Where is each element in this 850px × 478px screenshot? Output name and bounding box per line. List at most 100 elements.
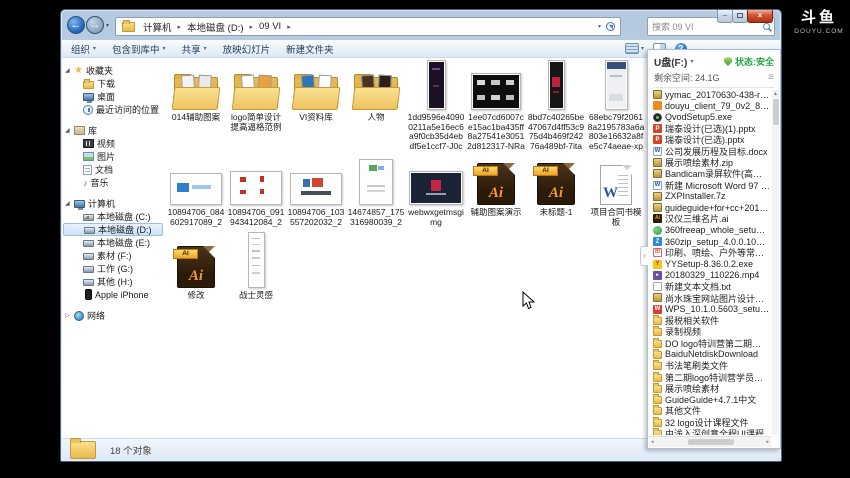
sidebar-item[interactable]: 最近访问的位置 <box>62 103 166 116</box>
file-item[interactable]: 人物 <box>346 62 406 123</box>
panel-file-row[interactable]: QvodSetup5.exe <box>650 112 770 123</box>
sidebar-item[interactable]: Apple iPhone <box>62 288 166 301</box>
sidebar-section-header[interactable]: ◢库 <box>62 124 166 137</box>
panel-collapse-tab[interactable]: › <box>640 246 648 266</box>
file-item[interactable]: 014辅助图案 <box>166 62 226 123</box>
minimize-button[interactable]: – <box>717 10 733 23</box>
panel-file-row[interactable]: 尚水珠宝网站图片设计文件.zip <box>650 292 770 303</box>
panel-file-row[interactable]: Ai汉仪三维名片.ai <box>650 213 770 224</box>
file-item[interactable]: VI资料库 <box>286 62 346 123</box>
file-item[interactable]: AIAi未标题-1 <box>526 153 586 218</box>
sidebar-item[interactable]: 本地磁盘 (E:) <box>62 236 166 249</box>
panel-file-row[interactable]: GuideGuide+4.7.1中文 <box>650 394 770 405</box>
toolbar-button[interactable]: 新建文件夹 <box>286 42 334 56</box>
panel-file-row[interactable]: douyu_client_79_0v2_8_2.exe <box>650 100 770 111</box>
panel-file-row[interactable]: ZXPInstaller.7z <box>650 191 770 202</box>
refresh-icon[interactable] <box>606 22 615 31</box>
panel-file-row[interactable]: W公司发展历程及目标.docx <box>650 145 770 156</box>
sidebar-item[interactable]: 桌面 <box>62 90 166 103</box>
panel-file-row[interactable]: W新建 Microsoft Word 97 - 20... <box>650 179 770 190</box>
sidebar-item[interactable]: 其他 (H:) <box>62 275 166 288</box>
back-button[interactable]: ← <box>67 16 85 34</box>
panel-file-row[interactable]: Z360zip_setup_4.0.0.1050.exe <box>650 236 770 247</box>
file-item[interactable]: 1dd9596e40900211a5e16ec6a9f0cb35d4ebdf5e… <box>406 62 466 152</box>
search-input[interactable] <box>652 22 763 32</box>
history-dropdown-icon[interactable]: ▾ <box>106 22 109 29</box>
address-dropdown-icon[interactable]: ▾ <box>598 23 601 30</box>
toolbar-button[interactable]: 组织▾ <box>71 42 96 56</box>
hscroll-thumb[interactable] <box>688 439 734 445</box>
panel-file-row[interactable]: WWPS_10.1.0.5603_setup.1468... <box>650 304 770 315</box>
panel-file-row[interactable]: guideguide+for+cc+2015... <box>650 202 770 213</box>
forward-button[interactable]: → <box>86 16 104 34</box>
panel-file-row[interactable]: 录制视频 <box>650 326 770 337</box>
vscroll-thumb[interactable] <box>773 99 779 125</box>
file-item[interactable]: 10894706_091943412084_2 <box>226 153 286 227</box>
sidebar-item[interactable]: 文档 <box>62 163 166 176</box>
sidebar-item[interactable]: 素材 (F:) <box>62 249 166 262</box>
sidebar-item[interactable]: 下载 <box>62 77 166 90</box>
breadcrumb[interactable]: 计算机▸本地磁盘 (D:)▸09 VI▸ ▾ <box>115 17 621 36</box>
file-item[interactable]: AIAi修改 <box>166 231 226 301</box>
file-item[interactable]: 10894706_103557202032_2 <box>286 153 346 227</box>
scroll-left-icon[interactable]: ◂ <box>651 439 654 445</box>
breadcrumb-segment[interactable]: 计算机 <box>138 20 177 34</box>
file-item[interactable]: logo简单设计提高逼格范例 <box>226 62 286 132</box>
sidebar-section-header[interactable]: ▷网络 <box>62 309 166 322</box>
sidebar-section-header[interactable]: ◢★收藏夹 <box>62 64 166 77</box>
panel-file-row[interactable]: yymac_20170630-438-r1670... <box>650 89 770 100</box>
panel-file-row[interactable]: 新建文本文档.txt <box>650 281 770 292</box>
breadcrumb-segment[interactable]: 09 VI <box>254 21 286 32</box>
panel-file-row[interactable]: 展示喷绘素材.zip <box>650 157 770 168</box>
file-item[interactable]: webwxgetmsgimg <box>406 153 466 227</box>
panel-file-row[interactable]: P瑞泰设计(已选).pptx <box>650 134 770 145</box>
scroll-right-icon[interactable]: ▸ <box>766 439 769 445</box>
panel-file-row[interactable]: 展示喷绘素材 <box>650 383 770 394</box>
expanded-icon[interactable]: ◢ <box>65 67 73 74</box>
panel-file-row[interactable]: 由浅入深创意全程UI课程 <box>650 428 770 435</box>
sidebar-item[interactable]: 工作 (G:) <box>62 262 166 275</box>
expanded-icon[interactable]: ◢ <box>65 200 73 207</box>
file-item[interactable]: 68ebc79f20618a2195783a6a803e16632a8fe5c7… <box>586 62 646 152</box>
sidebar-item[interactable]: 本地磁盘 (C:) <box>62 210 166 223</box>
panel-file-row[interactable]: 其他文件 <box>650 405 770 416</box>
drive-name[interactable]: U盘(F:) <box>654 54 687 69</box>
panel-vertical-scrollbar[interactable]: ▲ <box>772 90 779 434</box>
file-item[interactable]: 8bd7c40265be47067d4ff53c975d4b469f24276a… <box>526 62 586 152</box>
panel-file-row[interactable]: Bandicam录屏软件(高级).zip <box>650 168 770 179</box>
file-item[interactable]: 10894706_084602917089_2 <box>166 153 226 227</box>
collapsed-icon[interactable]: ▷ <box>65 312 73 319</box>
breadcrumb-segment[interactable]: 本地磁盘 (D:) <box>182 20 248 34</box>
panel-file-row[interactable]: YYYSetup-8.36.0.2.exe <box>650 258 770 269</box>
scroll-up-icon[interactable]: ▲ <box>772 90 779 98</box>
panel-file-row[interactable]: 印印刷、喷绘、户外等常用工艺... <box>650 247 770 258</box>
sidebar-item[interactable]: 图片 <box>62 150 166 163</box>
panel-file-row[interactable]: DO logo特训营第二期课程文件 <box>650 338 770 349</box>
panel-menu-icon[interactable]: ≡ <box>768 74 774 82</box>
sidebar-item[interactable]: 视频 <box>62 137 166 150</box>
sidebar-item[interactable]: 本地磁盘 (D:) <box>63 223 163 236</box>
panel-file-row[interactable]: BaiduNetdiskDownload <box>650 349 770 360</box>
change-view-button[interactable]: ▾ <box>625 43 644 54</box>
panel-file-row[interactable]: 书法笔刷类文件 <box>650 360 770 371</box>
panel-file-row[interactable]: 报税相关软件 <box>650 315 770 326</box>
file-item[interactable]: W项目合同书模板 <box>586 153 646 227</box>
close-button[interactable]: × <box>747 10 773 23</box>
file-item[interactable]: 1ee07cd6007ce15ac1ba435ff8a27541e30512d8… <box>466 62 526 152</box>
toolbar-button[interactable]: 包含到库中▾ <box>112 42 166 56</box>
toolbar-button[interactable]: 共享▾ <box>182 42 207 56</box>
file-item[interactable]: AIAi辅助图案演示 <box>466 153 526 218</box>
panel-file-row[interactable]: 32 logo设计课程文件 <box>650 417 770 428</box>
panel-horizontal-scrollbar[interactable]: ◂ ▸ <box>649 436 771 447</box>
panel-file-row[interactable]: ▸20180329_110226.mp4 <box>650 270 770 281</box>
panel-file-row[interactable]: P瑞泰设计(已选)(1).pptx <box>650 123 770 134</box>
panel-file-row[interactable]: 第二期logo特训营学员名单 <box>650 371 770 382</box>
drive-dropdown-icon[interactable]: ▾ <box>690 58 693 65</box>
file-item[interactable]: 战士灵感 <box>226 231 286 301</box>
file-item[interactable]: 14674857_175316980039_2 <box>346 153 406 227</box>
toolbar-button[interactable]: 放映幻灯片 <box>223 42 271 56</box>
maximize-button[interactable] <box>732 10 748 23</box>
sidebar-section-header[interactable]: ◢计算机 <box>62 197 166 210</box>
expanded-icon[interactable]: ◢ <box>65 127 73 134</box>
panel-file-row[interactable]: 360freeap_whole_setup_5.3.0... <box>650 225 770 236</box>
